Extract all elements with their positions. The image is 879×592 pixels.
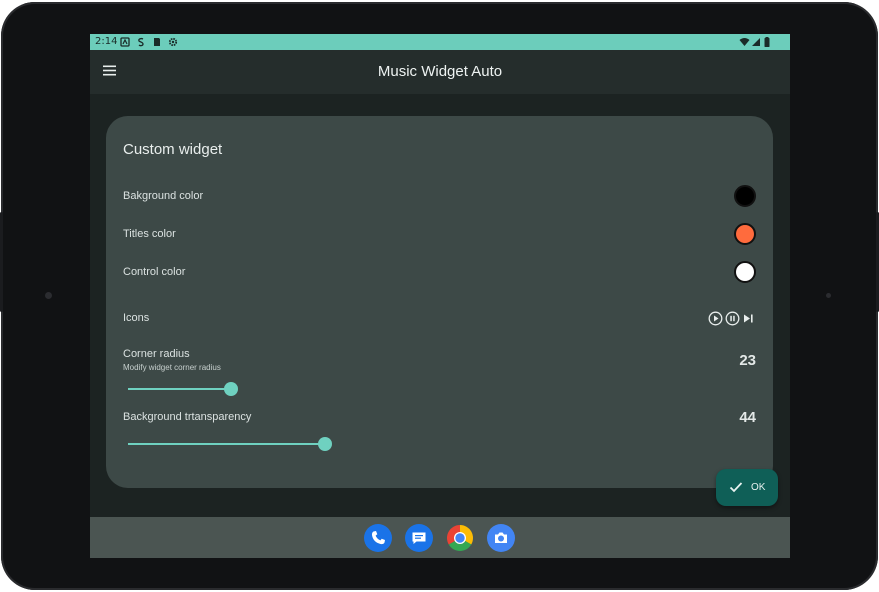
- sensor-dot: [826, 293, 831, 298]
- corner-radius-label: Corner radius: [123, 348, 190, 360]
- messages-icon[interactable]: [405, 524, 433, 552]
- app-bar: Music Widget Auto: [90, 50, 790, 94]
- skip-next-icon: [744, 314, 753, 322]
- settings-icon: [168, 37, 178, 47]
- slider-fill: [128, 443, 325, 445]
- battery-icon: [764, 37, 770, 47]
- wifi-icon: [739, 38, 750, 46]
- sd-card-icon: [154, 38, 160, 46]
- ok-button-label: OK: [751, 482, 766, 493]
- app-dock: [90, 517, 790, 558]
- app-title: Music Widget Auto: [377, 63, 503, 80]
- icons-label: Icons: [123, 312, 150, 324]
- cell-signal-icon: [752, 38, 760, 46]
- side-button: [0, 212, 3, 312]
- screen: 2:14 Music Widget Auto Custom widget Bak…: [90, 34, 790, 558]
- slider-fill: [128, 388, 231, 390]
- chrome-icon[interactable]: [446, 524, 474, 552]
- slider-thumb[interactable]: [224, 382, 238, 396]
- notification-a-icon: [120, 37, 130, 47]
- icons-selector[interactable]: [708, 310, 755, 326]
- play-circle-icon: [708, 311, 723, 325]
- phone-icon[interactable]: [364, 524, 392, 552]
- camera-icon[interactable]: [487, 524, 515, 552]
- main-content: Custom widget Bakground color Titles col…: [90, 94, 790, 517]
- background-color-label: Bakground color: [123, 190, 204, 202]
- background-transparency-label: Background trtansparency: [123, 411, 252, 423]
- status-bar: 2:14: [90, 34, 790, 50]
- ok-button[interactable]: OK: [716, 469, 778, 506]
- background-transparency-value: 44: [739, 409, 756, 426]
- pause-circle-icon: [725, 311, 740, 325]
- background-color-swatch[interactable]: [734, 185, 756, 207]
- notification-s-icon: [138, 37, 144, 47]
- corner-radius-sublabel: Modify widget corner radius: [123, 363, 221, 372]
- titles-color-swatch[interactable]: [734, 223, 756, 245]
- titles-color-label: Titles color: [123, 228, 176, 240]
- custom-widget-card: Custom widget Bakground color Titles col…: [106, 116, 773, 488]
- check-icon: [729, 482, 743, 493]
- corner-radius-value: 23: [739, 352, 756, 369]
- status-time: 2:14: [95, 36, 118, 47]
- slider-thumb[interactable]: [318, 437, 332, 451]
- control-color-label: Control color: [123, 266, 186, 278]
- front-camera: [45, 292, 52, 299]
- control-color-swatch[interactable]: [734, 261, 756, 283]
- card-title: Custom widget: [123, 141, 223, 158]
